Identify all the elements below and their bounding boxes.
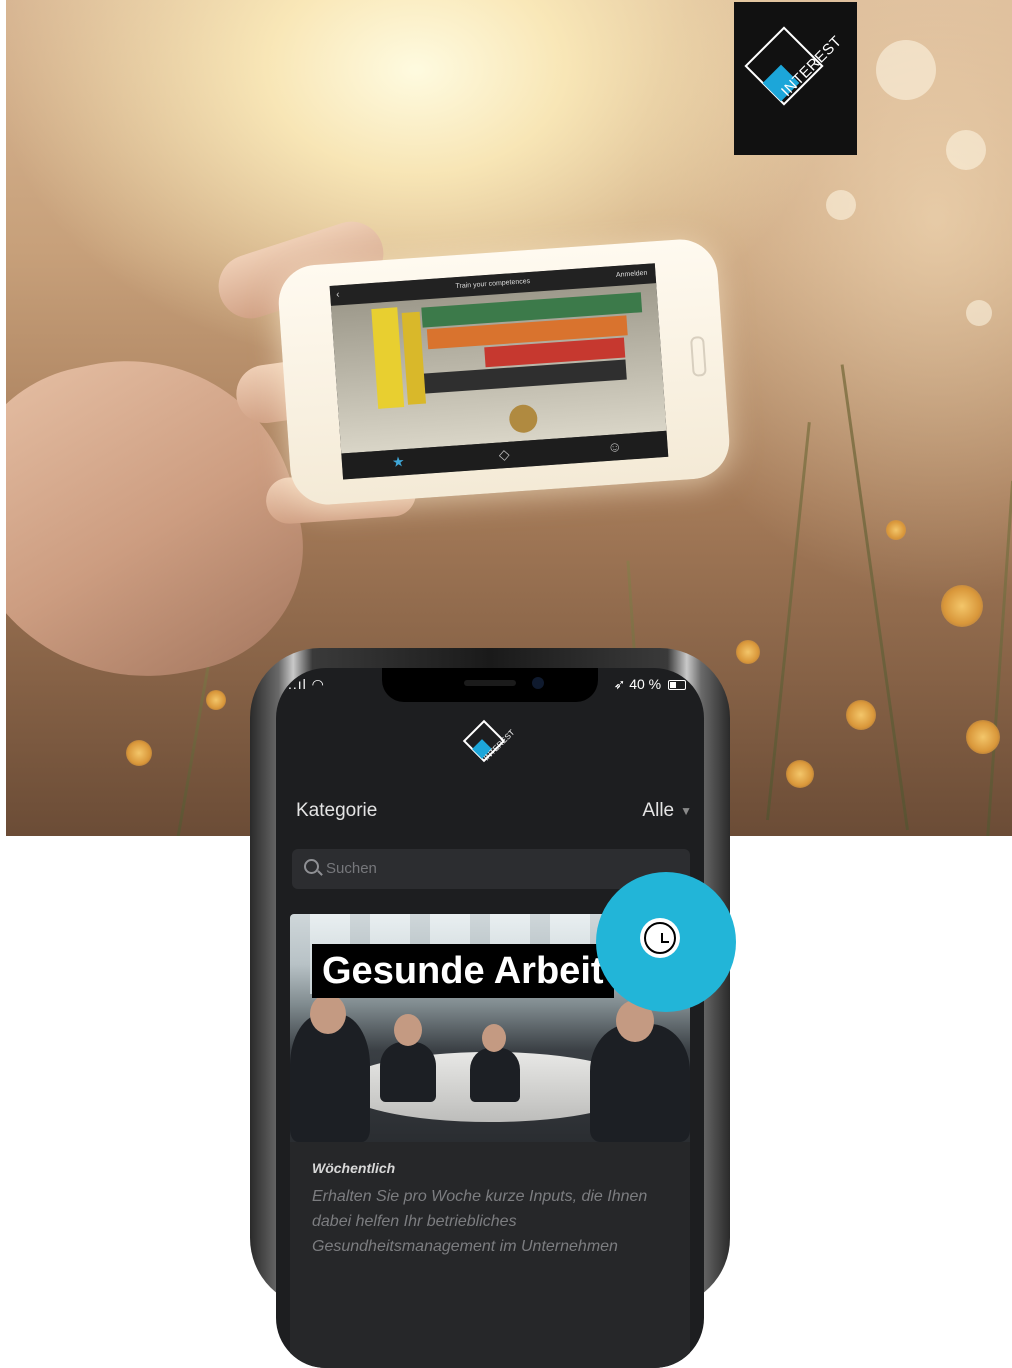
person bbox=[380, 1042, 436, 1102]
photo-phone: ‹ Train your competences Anmelden ★ ◇ ☺ bbox=[276, 236, 732, 508]
clock-hand bbox=[661, 941, 669, 943]
clock-icon bbox=[640, 918, 680, 958]
person-head bbox=[310, 994, 346, 1034]
person-head bbox=[482, 1024, 506, 1052]
star-icon: ★ bbox=[391, 453, 406, 471]
flower bbox=[886, 520, 906, 540]
battery-percent: 40 % bbox=[629, 676, 662, 692]
flower bbox=[206, 690, 226, 710]
flower bbox=[786, 760, 814, 788]
phone-screen: ..ıl ◠ ➶ 40 % INTEREST Kategorie Alle ▼ S… bbox=[276, 668, 704, 1368]
location-icon: ➶ bbox=[613, 676, 626, 692]
app-logo: INTEREST bbox=[456, 716, 526, 786]
battery-icon bbox=[668, 680, 686, 691]
card-title: Gesunde Arbeit bbox=[312, 944, 614, 998]
brand-logo: INTEREST bbox=[734, 2, 857, 155]
status-right: ➶ 40 % bbox=[614, 676, 686, 693]
person-head bbox=[394, 1014, 422, 1046]
bokeh-light bbox=[966, 300, 992, 326]
search-placeholder: Suchen bbox=[326, 860, 377, 877]
flower bbox=[846, 700, 876, 730]
book bbox=[371, 307, 405, 409]
person bbox=[590, 1024, 690, 1142]
person bbox=[470, 1048, 520, 1102]
logo-icon: ◇ bbox=[498, 445, 511, 463]
clock-face bbox=[644, 922, 676, 954]
flower bbox=[941, 585, 983, 627]
category-value: Alle bbox=[642, 800, 675, 821]
flower bbox=[966, 720, 1000, 754]
user-icon: ☺ bbox=[606, 437, 623, 455]
search-icon bbox=[304, 859, 319, 874]
phone-notch bbox=[382, 668, 598, 702]
category-select[interactable]: Alle ▼ bbox=[642, 800, 692, 822]
camera bbox=[532, 677, 544, 689]
card-frequency: Wöchentlich bbox=[312, 1160, 396, 1176]
bokeh-light bbox=[826, 190, 856, 220]
speaker bbox=[464, 680, 516, 686]
card-description: Erhalten Sie pro Woche kurze Inputs, die… bbox=[312, 1188, 648, 1255]
compass bbox=[508, 403, 539, 434]
plant-stem bbox=[986, 480, 1012, 836]
photo-phone-screen: ‹ Train your competences Anmelden ★ ◇ ☺ bbox=[329, 263, 669, 480]
signal-icon: ..ıl bbox=[288, 676, 307, 692]
photo-phone-login: Anmelden bbox=[615, 269, 648, 279]
bokeh-light bbox=[946, 130, 986, 170]
bokeh-light bbox=[876, 40, 936, 100]
category-row: Kategorie Alle ▼ bbox=[296, 800, 692, 830]
home-button bbox=[690, 335, 707, 377]
category-label: Kategorie bbox=[296, 800, 378, 821]
chevron-down-icon: ▼ bbox=[680, 803, 692, 818]
signal-wifi-icon: ..ıl ◠ bbox=[288, 676, 325, 693]
clock-badge bbox=[596, 872, 736, 1012]
flower bbox=[126, 740, 152, 766]
flower bbox=[736, 640, 760, 664]
ar-scene bbox=[330, 283, 667, 454]
wifi-icon: ◠ bbox=[311, 676, 325, 692]
plant-stem bbox=[840, 364, 909, 831]
